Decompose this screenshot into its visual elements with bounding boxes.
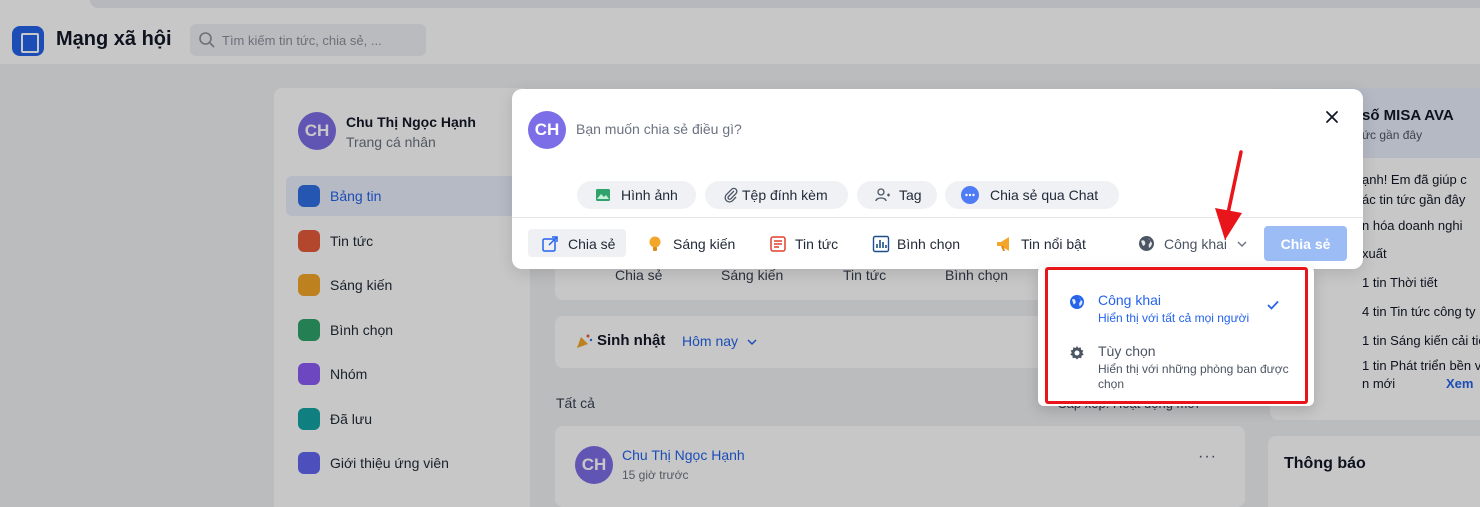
- annotation-highlight-box: [1045, 267, 1308, 404]
- tab-news[interactable]: Tin tức: [767, 229, 857, 257]
- tag-user-button[interactable]: Tag: [857, 181, 937, 209]
- tab-initiatives[interactable]: Sáng kiến: [642, 229, 746, 257]
- chip-label: Tag: [899, 187, 922, 203]
- image-icon: [596, 189, 610, 201]
- annotation-arrow-icon: [1215, 150, 1243, 240]
- tab-label: Sáng kiến: [673, 236, 736, 252]
- chat-icon: [961, 186, 979, 204]
- poll-icon: [872, 235, 890, 253]
- lightbulb-icon: [649, 236, 661, 251]
- tab-highlights[interactable]: Tin nổi bật: [993, 229, 1097, 257]
- chip-label: Tệp đính kèm: [742, 187, 828, 203]
- tab-label: Chia sẻ: [568, 236, 616, 252]
- share-icon: [542, 236, 558, 252]
- chip-label: Hình ảnh: [621, 187, 678, 203]
- post-content-input[interactable]: [576, 121, 1276, 137]
- globe-icon: [1139, 236, 1154, 251]
- chip-label: Chia sẻ qua Chat: [990, 187, 1099, 203]
- attach-image-button[interactable]: Hình ảnh: [577, 181, 696, 209]
- tab-label: Tin nổi bật: [1021, 236, 1086, 252]
- share-via-chat-button[interactable]: Chia sẻ qua Chat: [945, 181, 1119, 209]
- avatar: CH: [528, 111, 566, 149]
- tab-label: Tin tức: [795, 236, 839, 252]
- close-icon[interactable]: [1320, 105, 1344, 129]
- paperclip-icon: [724, 187, 738, 203]
- attach-file-button[interactable]: Tệp đính kèm: [705, 181, 848, 209]
- tab-share[interactable]: Chia sẻ: [528, 229, 626, 257]
- megaphone-icon: [997, 237, 1009, 251]
- tab-label: Bình chọn: [897, 236, 961, 252]
- tag-user-icon: [875, 188, 890, 202]
- news-icon: [770, 236, 786, 252]
- share-button[interactable]: Chia sẻ: [1264, 226, 1347, 261]
- tab-polls[interactable]: Bình chọn: [871, 229, 971, 257]
